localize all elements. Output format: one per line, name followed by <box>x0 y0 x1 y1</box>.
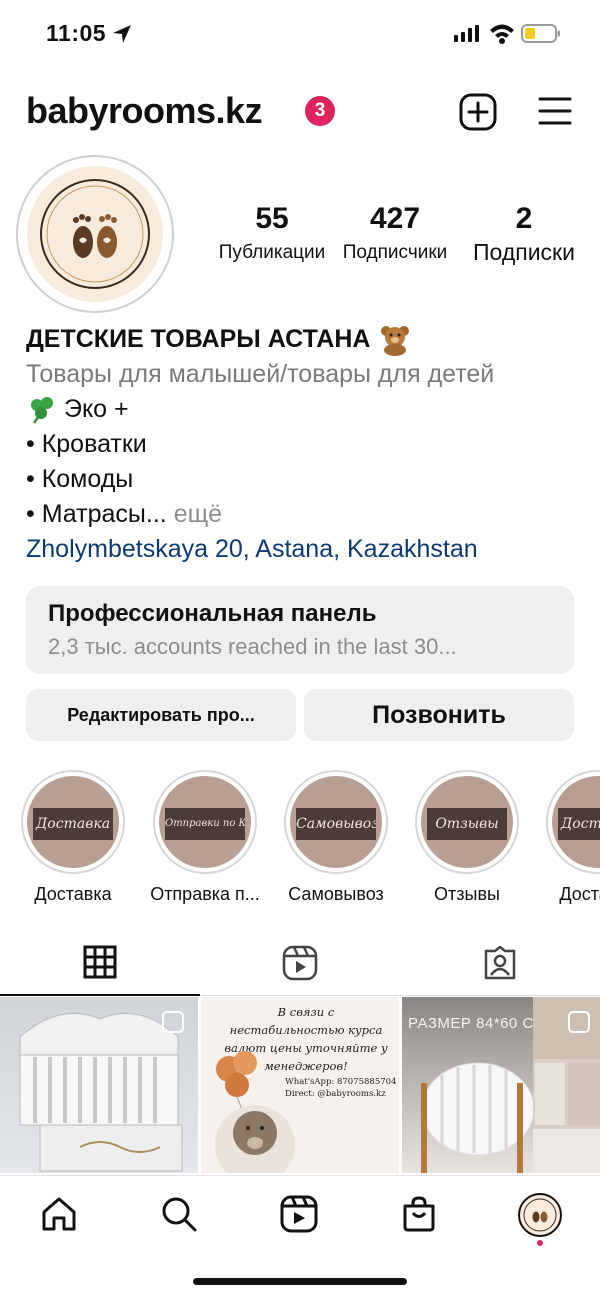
hamburger-menu-icon[interactable] <box>537 94 573 128</box>
address-link[interactable]: Zholymbetskaya 20, Astana, Kazakhstan <box>26 532 586 567</box>
highlight-caption: Доставка <box>34 884 112 904</box>
post-thumbnail[interactable]: В связи с нестабильностью курса валют це… <box>201 997 399 1173</box>
stat-label: Публикации <box>218 242 326 263</box>
baby-feet-logo-icon <box>523 1198 557 1232</box>
home-indicator <box>193 1278 407 1285</box>
highlight-cover-text: Доставка <box>33 808 113 840</box>
search-icon[interactable] <box>159 1194 199 1234</box>
highlight-caption: Отправка п... <box>150 884 260 904</box>
highlight-cover-text: Доставка <box>558 808 600 840</box>
tagged-person-icon <box>484 945 516 980</box>
post-thumbnail[interactable] <box>533 997 600 1173</box>
bottom-navigation <box>0 1175 600 1253</box>
profile-tabs <box>0 930 600 996</box>
highlight-ring: Доставка <box>21 770 125 874</box>
activity-dot <box>537 1240 543 1246</box>
profile-header: babyrooms.kz 3 <box>0 84 600 140</box>
tab-grid[interactable] <box>0 930 200 996</box>
stat-value: 55 <box>255 202 289 235</box>
bio-line: • Кроватки <box>26 430 147 458</box>
tab-tagged[interactable] <box>400 930 600 996</box>
location-arrow-icon <box>113 25 131 43</box>
highlight-item[interactable]: Доставка Доставка <box>8 770 138 905</box>
highlight-caption: Отзывы <box>434 884 500 904</box>
followers-count[interactable]: 427 Подписчики <box>338 202 452 264</box>
shop-bag-icon[interactable] <box>399 1194 439 1234</box>
professional-dashboard[interactable]: Профессиональная панель 2,3 тыс. account… <box>26 586 574 674</box>
highlight-ring: Отзывы <box>415 770 519 874</box>
profile-category: Товары для малышей/товары для детей <box>26 360 495 388</box>
stat-label: Подписки <box>473 239 575 265</box>
profile-name-text: ДЕТСКИЕ ТОВАРЫ АСТАНА <box>26 325 371 353</box>
highlight-item[interactable]: Отправки по КЗ Отправка п... <box>140 770 270 905</box>
profile-stats: 55 Публикации 427 Подписчики 2 Подписки <box>200 202 600 282</box>
post-direct: Direct: @babyrooms.kz <box>285 1089 386 1099</box>
stat-value: 427 <box>369 202 421 235</box>
cellular-signal-icon <box>454 25 479 42</box>
highlight-cover: Доставка <box>27 776 119 868</box>
bio-line: • Комоды <box>26 465 134 493</box>
story-highlights: Доставка Доставка Отправки по КЗ Отправк… <box>0 770 600 910</box>
multiple-posts-icon <box>568 1011 590 1033</box>
highlight-ring: Доставка <box>546 770 600 874</box>
posts-grid: В связи с нестабильностью курса валют це… <box>0 997 600 1173</box>
bio-eco: Эко + <box>64 395 129 423</box>
clock: 11:05 <box>46 20 107 46</box>
stat-label: Подписчики <box>342 242 448 263</box>
battery-icon <box>521 24 560 43</box>
post-contacts: What'sApp: 87075885704 Direct: @babyroom… <box>285 1076 396 1100</box>
highlight-item[interactable]: Доставка Доставка <box>533 770 600 905</box>
post-whatsapp: What'sApp: 87075885704 <box>285 1077 397 1087</box>
profile-bio: ДЕТСКИЕ ТОВАРЫ АСТАНА Товары для малышей… <box>26 322 586 567</box>
reels-icon <box>282 945 318 981</box>
highlight-item[interactable]: Самовывоз Самовывоз <box>271 770 401 905</box>
highlight-ring: Отправки по КЗ <box>153 770 257 874</box>
grid-icon <box>83 945 117 979</box>
status-bar: 11:05 <box>0 0 600 68</box>
highlight-item[interactable]: Отзывы Отзывы <box>402 770 532 905</box>
panel-title: Профессиональная панель <box>48 600 377 627</box>
profile-name: ДЕТСКИЕ ТОВАРЫ АСТАНА <box>26 322 586 357</box>
home-icon[interactable] <box>39 1194 79 1234</box>
highlight-ring: Самовывоз <box>284 770 388 874</box>
more-link[interactable]: ещё <box>174 500 222 528</box>
shamrock-icon <box>31 396 53 424</box>
new-post-icon[interactable] <box>458 92 498 132</box>
highlight-cover-text: Отправки по КЗ <box>165 808 245 840</box>
stat-value: 2 <box>515 202 533 235</box>
notification-badge: 3 <box>305 96 335 126</box>
highlight-caption: Доставка <box>559 884 600 904</box>
post-thumbnail[interactable] <box>0 997 198 1173</box>
highlight-cover-text: Самовывоз <box>296 808 376 840</box>
highlight-cover: Доставка <box>552 776 600 868</box>
baby-feet-logo-icon <box>40 179 150 289</box>
username-switcher[interactable]: babyrooms.kz <box>26 90 263 132</box>
wifi-icon <box>490 24 514 44</box>
multiple-posts-icon <box>162 1011 184 1033</box>
bio-line: Эко + <box>26 392 586 427</box>
profile-avatar[interactable] <box>16 155 174 313</box>
highlight-cover: Отзывы <box>421 776 513 868</box>
tab-reels[interactable] <box>200 930 400 996</box>
following-count[interactable]: 2 Подписки <box>464 202 584 266</box>
highlight-caption: Самовывоз <box>288 884 384 904</box>
bio-line: • Матрасы... ещё <box>26 497 586 532</box>
profile-nav-avatar[interactable] <box>518 1193 562 1237</box>
teddy-bear-icon <box>381 325 410 356</box>
reels-nav-icon[interactable] <box>279 1194 319 1234</box>
panel-subtitle: 2,3 тыс. accounts reached in the last 30… <box>48 634 457 659</box>
call-button[interactable]: Позвонить <box>304 689 574 741</box>
avatar-image <box>27 166 163 302</box>
posts-count[interactable]: 55 Публикации <box>210 202 334 264</box>
highlight-cover: Самовывоз <box>290 776 382 868</box>
highlight-cover: Отправки по КЗ <box>159 776 251 868</box>
highlight-cover-text: Отзывы <box>427 808 507 840</box>
bio-line-text: • Матрасы... <box>26 500 167 528</box>
edit-profile-button[interactable]: Редактировать про... <box>26 689 296 741</box>
